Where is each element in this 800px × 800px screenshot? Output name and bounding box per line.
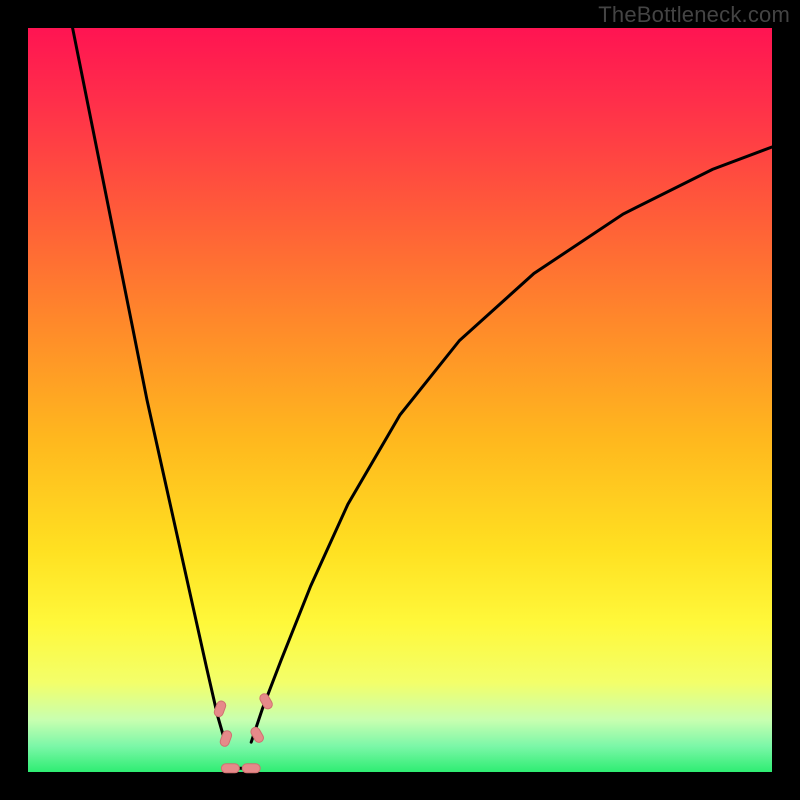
marker-valley-left [221, 764, 239, 773]
marker-valley-right [242, 764, 260, 773]
watermark-text: TheBottleneck.com [598, 2, 790, 28]
chart-container: TheBottleneck.com [0, 0, 800, 800]
plot-area [28, 28, 772, 772]
bottleneck-plot [0, 0, 800, 800]
